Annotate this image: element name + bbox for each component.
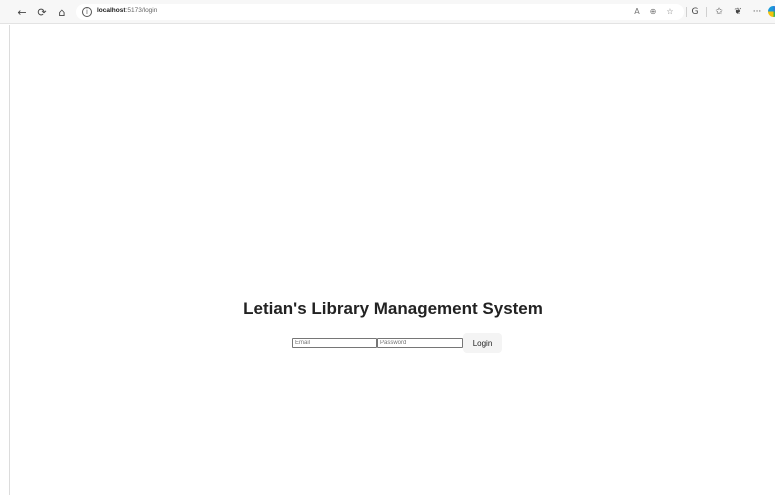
profile-avatar-icon[interactable] <box>768 6 775 17</box>
url-path: :5173/login <box>125 7 158 14</box>
login-button[interactable]: Login <box>463 333 502 353</box>
favorites-bar-icon[interactable]: ✩ <box>711 4 727 20</box>
url-host: localhost <box>97 7 126 14</box>
address-bar[interactable]: i localhost:5173/login A ⊕ ☆ <box>76 4 684 20</box>
home-icon[interactable]: ⌂ <box>54 4 70 20</box>
password-field[interactable] <box>377 338 463 348</box>
collections-icon[interactable]: G <box>687 4 703 20</box>
browser-toolbar: ← ⟳ ⌂ i localhost:5173/login A ⊕ ☆ G ✩ ❦… <box>0 0 775 24</box>
reload-icon[interactable]: ⟳ <box>34 4 50 20</box>
back-icon[interactable]: ← <box>14 4 30 20</box>
url-text[interactable]: localhost:5173/login <box>97 7 157 14</box>
more-icon[interactable]: ··· <box>749 4 765 20</box>
page-title: Letian's Library Management System <box>243 299 543 318</box>
page-content: Letian's Library Management System Login <box>9 25 775 495</box>
favorite-star-icon[interactable]: ☆ <box>665 7 675 17</box>
read-aloud-icon[interactable]: A <box>632 7 642 17</box>
info-icon[interactable]: i <box>82 7 92 17</box>
email-field[interactable] <box>292 338 377 348</box>
extensions-icon[interactable]: ❦ <box>730 4 746 20</box>
zoom-icon[interactable]: ⊕ <box>648 7 658 17</box>
toolbar-divider <box>706 7 707 17</box>
